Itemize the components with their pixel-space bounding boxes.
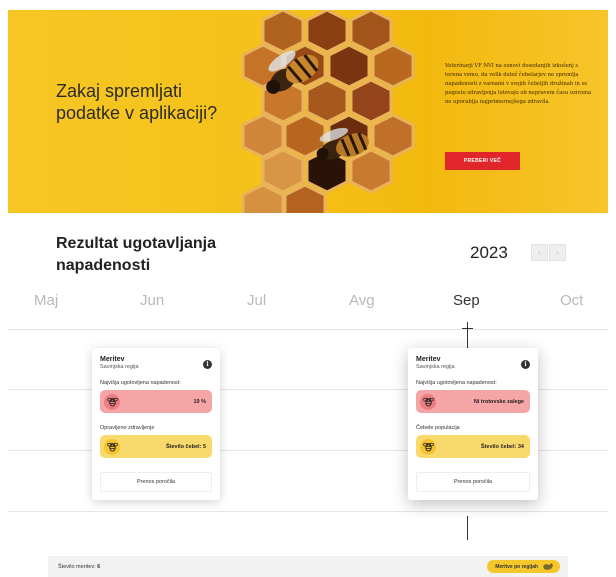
bee-icon — [420, 393, 436, 410]
download-report-button[interactable]: Prenos poročila — [416, 472, 530, 492]
bee-icon — [104, 393, 120, 410]
measurements-footer: Število meritev: 6 Meritve po regijah — [48, 556, 568, 577]
month-october[interactable]: Oct — [560, 292, 583, 309]
infestation-pill: 19 % — [100, 390, 212, 413]
bee-icon — [104, 438, 120, 455]
chevron-right-icon: › — [556, 248, 559, 257]
bee-count-value: Število čebel: 5 — [165, 443, 206, 450]
results-title: Rezultat ugotavljanja napadenosti — [56, 235, 217, 274]
bee-count-value: Število čebel: 34 — [480, 443, 524, 450]
measurement-card: Meritev Savinjska regija i Najvišja ugot… — [408, 348, 538, 500]
read-more-button[interactable]: PREBERI VEČ — [445, 152, 520, 170]
map-icon — [543, 562, 553, 570]
card-title: Meritev — [100, 356, 125, 363]
infestation-label: Najvišja ugotovljena napadenost: — [416, 380, 497, 386]
measurement-card: Meritev Savinjska regija i Najvišja ugot… — [92, 348, 220, 500]
treatment-label: Opravljeno zdravljenje — [100, 425, 155, 431]
chevron-left-icon: ‹ — [538, 248, 541, 257]
grid-line — [8, 511, 608, 512]
region-button-label: Meritve po regijah — [495, 563, 538, 570]
info-icon[interactable]: i — [521, 360, 530, 369]
download-report-button[interactable]: Prenos poročila — [100, 472, 212, 492]
month-may[interactable]: Maj — [34, 292, 58, 309]
grid-line — [8, 329, 608, 330]
timeline-marker-bottom — [467, 516, 468, 540]
bee-count-pill: Število čebel: 34 — [416, 435, 530, 458]
year-prev-button[interactable]: ‹ — [531, 244, 548, 261]
population-label: Čebele populacija — [416, 425, 460, 431]
measurements-by-region-button[interactable]: Meritve po regijah — [487, 560, 560, 573]
bee-icon — [420, 438, 436, 455]
month-august[interactable]: Avg — [349, 292, 375, 309]
card-region: Savinjska regija — [100, 364, 139, 370]
month-july[interactable]: Jul — [247, 292, 266, 309]
timeline-marker-tick — [462, 328, 473, 329]
card-region: Savinjska regija — [416, 364, 455, 370]
timeline-marker — [467, 322, 468, 348]
year-next-button[interactable]: › — [549, 244, 566, 261]
measurement-count-value: 6 — [97, 563, 101, 570]
card-title: Meritev — [416, 356, 441, 363]
hero-banner: Zakaj spremljati podatke v aplikaciji? V… — [8, 10, 608, 213]
measurement-count-label: Število meritev: — [58, 563, 98, 570]
info-icon[interactable]: i — [203, 360, 212, 369]
hero-description: Veterinarji VF NVI na osnovi dosedanjih … — [445, 63, 592, 105]
honeycomb-bee-image — [241, 10, 415, 213]
measurement-count: Število meritev: 6 — [58, 564, 100, 570]
infestation-value: Ni trotovske zalege — [473, 398, 524, 405]
infestation-value: 19 % — [193, 398, 206, 405]
hero-title: Zakaj spremljati podatke v aplikaciji? — [56, 81, 218, 123]
infestation-label: Najvišja ugotovljena napadenost: — [100, 380, 181, 386]
year-label: 2023 — [470, 243, 508, 262]
infestation-pill: Ni trotovske zalege — [416, 390, 530, 413]
month-june[interactable]: Jun — [140, 292, 164, 309]
bee-count-pill: Število čebel: 5 — [100, 435, 212, 458]
month-september[interactable]: Sep — [453, 292, 480, 309]
